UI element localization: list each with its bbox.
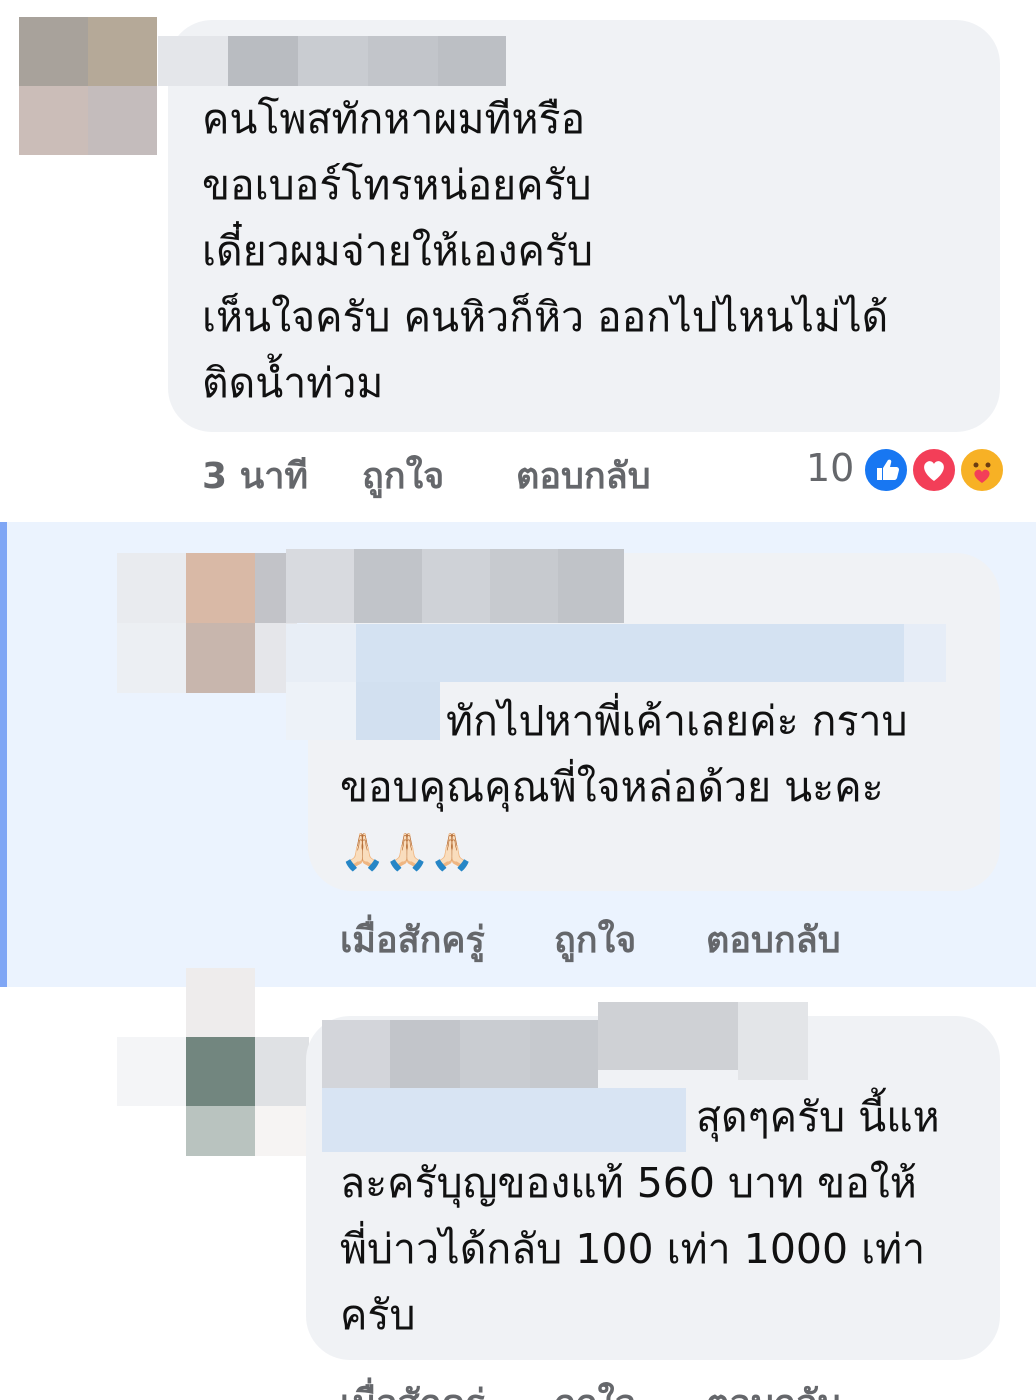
comment-line: ติดน้ำท่วม [202,359,384,407]
comment-actions: เมื่อสักครู่ ถูกใจ ตอบกลับ [340,1374,940,1400]
reaction-count: 10 [806,446,855,490]
comment-line: ทักไปหาพี่เค้าเลยค่ะ กราบ [446,697,908,745]
comment-line: ละครับุญของแท้ 560 บาท ขอให้ [340,1159,917,1207]
commenter-name-blurred[interactable] [158,36,506,86]
timestamp-link[interactable]: 3 นาที [202,447,308,504]
comment-actions: เมื่อสักครู่ ถูกใจ ตอบกลับ [340,911,940,961]
comment-line: คนโพสทักหาผมทีหรือ [202,95,586,143]
timestamp-link[interactable]: เมื่อสักครู่ [340,911,485,968]
comment-text: ละครับุญของแท้ 560 บาท ขอให้ พี่บ่าวได้ก… [340,1150,925,1348]
comment-text: ขอบคุณคุณพี่ใจหล่อด้วย นะคะ 🙏🏻🙏🏻🙏🏻 [340,754,884,886]
like-button[interactable]: ถูกใจ [554,911,636,968]
comment-text: สุดๆครับ นี้แห [696,1084,940,1150]
comment-line: เดี๋ยวผมจ่ายให้เองครับ [202,227,593,275]
like-button[interactable]: ถูกใจ [362,447,444,504]
commenter-name-blurred[interactable] [286,549,624,623]
comment-text: ทักไปหาพี่เค้าเลยค่ะ กราบ [446,688,908,754]
comment-line: ขอบคุณคุณพี่ใจหล่อด้วย นะคะ [340,763,884,811]
comment-line: 🙏🏻🙏🏻🙏🏻 [340,832,475,873]
love-reaction-icon [910,446,958,494]
comment-actions: 3 นาที ถูกใจ ตอบกลับ [202,447,902,497]
timestamp-link[interactable]: เมื่อสักครู่ [340,1374,485,1400]
reply-button[interactable]: ตอบกลับ [706,911,841,968]
avatar[interactable] [117,553,297,693]
comment-line: สุดๆครับ นี้แห [696,1093,940,1141]
comment-text: คนโพสทักหาผมทีหรือ ขอเบอร์โทรหน่อยครับ เ… [202,86,888,416]
comment-line: พี่บ่าวได้กลับ 100 เท่า 1000 เท่า [340,1225,926,1273]
comment-line: ครับ [340,1291,416,1339]
like-button[interactable]: ถูกใจ [554,1374,636,1400]
comment-line: ขอเบอร์โทรหน่อยครับ [202,161,592,209]
comment-line: เห็นใจครับ คนหิวก็หิว ออกไปไหนไม่ได้ [202,293,889,341]
thread-line [0,522,7,987]
tagged-name-blurred[interactable] [322,1088,686,1152]
reply-button[interactable]: ตอบกลับ [516,447,651,504]
avatar[interactable] [117,968,309,1156]
like-reaction-icon [862,446,910,494]
avatar[interactable] [19,17,157,155]
commenter-name-blurred[interactable] [322,1002,808,1088]
care-reaction-icon [958,446,1006,494]
reactions-summary[interactable]: 10 [806,444,1006,498]
reply-button[interactable]: ตอบกลับ [706,1374,841,1400]
